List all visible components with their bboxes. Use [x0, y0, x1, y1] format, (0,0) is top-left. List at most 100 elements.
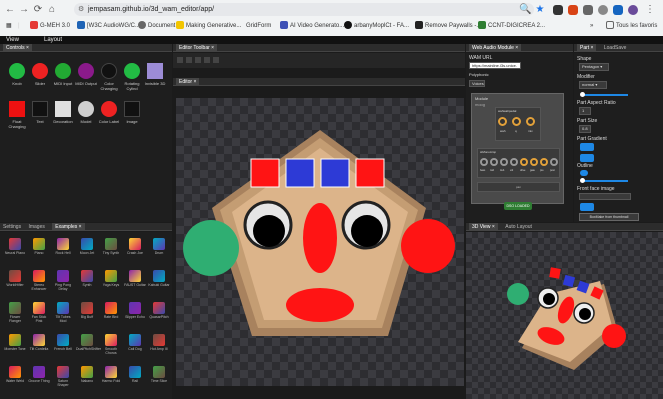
gradient-color-swatch[interactable] [580, 143, 594, 151]
blue-square-control[interactable] [285, 158, 315, 188]
example-item[interactable]: QuasarPitch [148, 302, 170, 319]
model-red-cube[interactable] [549, 267, 561, 279]
bookmark-item[interactable]: [W3C AudioWG/C... [77, 20, 140, 32]
all-bookmarks[interactable]: Tous les favoris [606, 20, 657, 32]
tool-icon[interactable] [186, 57, 192, 63]
example-item[interactable]: Crash Joe [124, 238, 146, 255]
view3d-canvas[interactable] [466, 232, 663, 399]
knob-drive[interactable] [520, 158, 528, 166]
menu-layout[interactable]: Layout [44, 36, 62, 44]
mouth-control[interactable] [286, 288, 354, 322]
example-item[interactable]: Synth [76, 270, 98, 287]
example-item[interactable]: Tilt Cordelia [28, 334, 50, 351]
bookmark-item[interactable]: Document [138, 20, 175, 32]
front-face-input[interactable] [579, 193, 631, 200]
control-item[interactable]: Model [75, 101, 97, 124]
aspect-ratio-input[interactable]: 1 [579, 107, 591, 115]
outline-slider[interactable] [580, 178, 628, 183]
bookmark-item[interactable]: Remove Paywalls -... [415, 20, 481, 32]
model-green-sphere[interactable] [507, 283, 529, 305]
tab-part[interactable]: Part × [577, 44, 597, 51]
tab-auto-layout[interactable]: Auto Layout [505, 223, 532, 230]
tool-icon[interactable] [204, 57, 210, 63]
example-item[interactable]: Tilt Tubes Mod [52, 302, 74, 323]
site-info-icon[interactable]: ⚙ [78, 3, 84, 16]
tab-3d-view[interactable]: 3D View × [469, 223, 498, 230]
bookmark-item[interactable]: GridForm [246, 20, 271, 32]
example-item[interactable]: Piano [28, 238, 50, 255]
menu-view[interactable]: View [6, 36, 19, 44]
example-item[interactable]: Ping Pong Delay [52, 270, 74, 291]
example-item[interactable]: Big Buff [76, 302, 98, 319]
tool-icon[interactable] [195, 57, 201, 63]
control-item[interactable]: Invisible 3D [144, 63, 166, 86]
control-item[interactable]: Knob [6, 63, 28, 86]
avatar[interactable] [628, 5, 638, 15]
bookmark-item[interactable]: arbanyMoplCt - FA... [344, 20, 409, 32]
example-item[interactable]: Stereo Enhancer [28, 270, 50, 291]
shape-select[interactable]: Pentagon ▾ [579, 63, 609, 71]
control-item[interactable]: Text [29, 101, 51, 124]
control-item[interactable]: MIDI Input [52, 63, 74, 86]
red-square-control[interactable] [355, 158, 385, 188]
image-swatch[interactable] [580, 203, 594, 211]
gradient-color-swatch-2[interactable] [580, 154, 594, 162]
example-item[interactable]: Nakano [76, 366, 98, 383]
control-item[interactable]: MIDI Output [75, 63, 97, 86]
knob-gate[interactable] [530, 158, 538, 166]
voices-input[interactable]: Voices [469, 80, 485, 87]
example-item[interactable]: Tiny Synth [100, 238, 122, 255]
address-bar[interactable]: ⚙ jempasam.github.io/3d_wam_editor/app/ [74, 3, 534, 16]
tool-icon[interactable] [177, 57, 183, 63]
example-item[interactable]: WorldHifier [4, 270, 26, 287]
example-item[interactable]: Saturn Shaper [52, 366, 74, 387]
extension-icon[interactable] [613, 5, 623, 15]
example-item[interactable]: Water Weld [4, 366, 26, 383]
forward-icon[interactable]: → [18, 4, 30, 16]
control-item[interactable]: Color Label [98, 101, 120, 124]
control-item[interactable]: Image [121, 101, 143, 124]
tab-settings[interactable]: Settings [3, 223, 21, 230]
knob-pre[interactable] [540, 158, 548, 166]
control-item[interactable]: Decoration [52, 101, 74, 124]
example-item[interactable]: Fan Stick Pink [28, 302, 50, 323]
example-item[interactable]: Kabuki Guitar [148, 270, 170, 287]
reload-icon[interactable]: ⟳ [32, 4, 44, 16]
profile-sync-icon[interactable] [598, 5, 608, 15]
tab-web-audio-module[interactable]: Web Audio Module × [469, 44, 522, 51]
example-item[interactable]: Drum [148, 238, 170, 255]
knob-treb[interactable] [500, 158, 508, 166]
example-item[interactable]: Moon Jet [76, 238, 98, 255]
outline-toggle[interactable] [580, 170, 588, 176]
example-item[interactable]: Slipper Echo [124, 302, 146, 319]
green-sphere-control[interactable] [183, 220, 239, 276]
example-item[interactable]: Yoga Keys [100, 270, 122, 287]
more-bookmarks[interactable]: » [590, 20, 593, 32]
example-item[interactable]: Smooth Chorus [100, 334, 122, 355]
dso-loaded-button[interactable]: DSO LOADED [504, 202, 532, 210]
tab-editor-toolbar[interactable]: Editor Toolbar × [176, 44, 218, 51]
example-item[interactable]: DualPitchShifter [76, 334, 101, 351]
bookmark-item[interactable]: AI Video Generato... [280, 20, 344, 32]
red-sphere-control[interactable] [401, 219, 455, 273]
example-item[interactable]: Rock Hell [52, 238, 74, 255]
example-item[interactable]: Flower Flanger [4, 302, 26, 323]
pan-section[interactable]: pan [477, 182, 560, 192]
bookmark-item[interactable]: Making Generative... [176, 20, 241, 32]
model-blue-cube[interactable] [562, 274, 576, 288]
blue-square-control[interactable] [320, 158, 350, 188]
back-icon[interactable]: ← [4, 4, 16, 16]
knob-bass[interactable] [480, 158, 488, 166]
tab-controls[interactable]: Controls × [3, 44, 32, 51]
example-item[interactable]: Neural Piano [4, 238, 26, 255]
bookmark-item[interactable]: G-MEH 3.0 [30, 20, 70, 32]
knob-post[interactable] [550, 158, 558, 166]
puzzle-icon[interactable] [583, 5, 593, 15]
modifier-select[interactable]: normal ▾ [579, 81, 607, 89]
menu-kebab-icon[interactable]: ⋮ [644, 4, 656, 16]
tab-loadsave[interactable]: LoadSave [604, 44, 627, 51]
extension-icon[interactable] [568, 5, 578, 15]
knob-wah[interactable] [498, 117, 507, 126]
tab-images[interactable]: Images [28, 223, 44, 230]
home-icon[interactable]: ⌂ [46, 4, 58, 16]
